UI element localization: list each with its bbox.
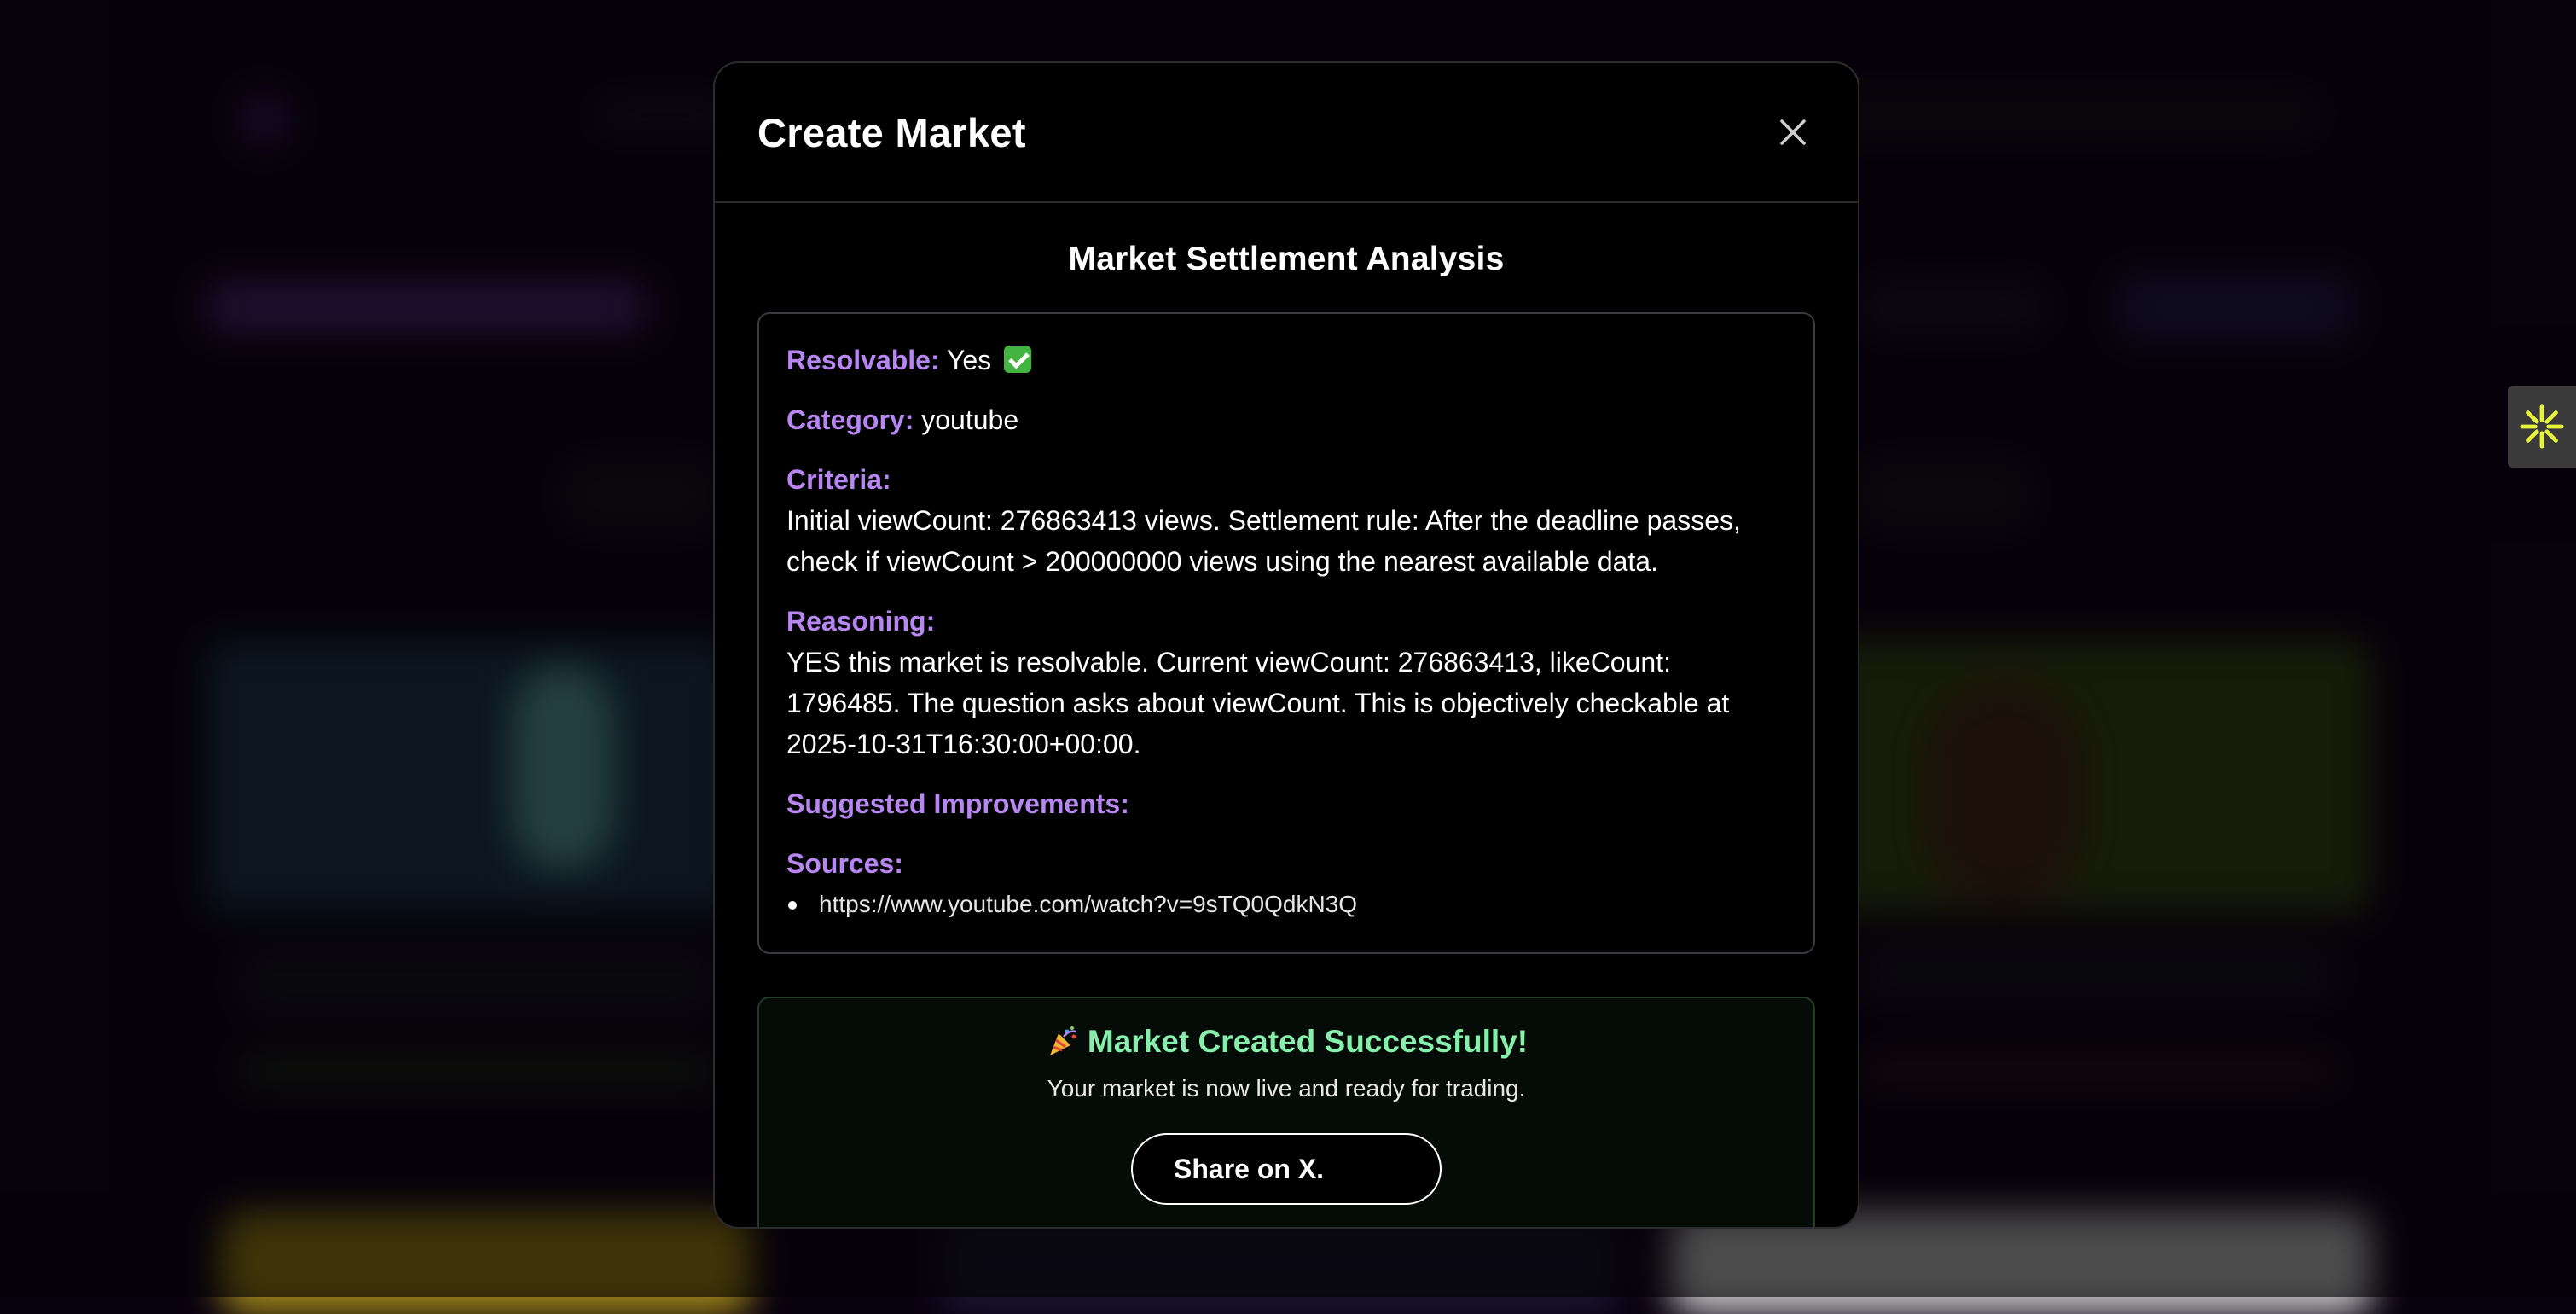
criteria-text: Initial viewCount: 276863413 views. Sett… xyxy=(786,505,1741,577)
modal-body: Market Settlement Analysis Resolvable: Y… xyxy=(715,203,1858,1227)
side-widget-button[interactable] xyxy=(2508,386,2576,468)
modal-header: Create Market xyxy=(715,63,1858,203)
analysis-section-title: Market Settlement Analysis xyxy=(1068,241,1505,277)
check-mark-icon xyxy=(1004,346,1032,373)
list-item: https://www.youtube.com/watch?v=9sTQ0Qdk… xyxy=(786,887,1786,922)
category-label: Category: xyxy=(786,404,914,435)
criteria-field: Criteria: Initial viewCount: 276863413 v… xyxy=(786,459,1786,582)
resolvable-field: Resolvable: Yes xyxy=(786,340,1786,381)
category-value: youtube xyxy=(921,404,1019,435)
sources-label: Sources: xyxy=(786,848,903,879)
close-button[interactable] xyxy=(1769,108,1817,156)
reasoning-label: Reasoning: xyxy=(786,606,936,637)
category-field: Category: youtube xyxy=(786,399,1786,440)
improvements-field: Suggested Improvements: xyxy=(786,783,1786,824)
success-panel: Market Created Successfully! Your market… xyxy=(757,997,1815,1227)
reasoning-text: YES this market is resolvable. Current v… xyxy=(786,647,1730,759)
improvements-label: Suggested Improvements: xyxy=(786,788,1129,819)
success-title: Market Created Successfully! xyxy=(1087,1024,1529,1059)
analysis-panel: Resolvable: Yes Category: youtube Criter… xyxy=(757,312,1815,954)
sources-field: Sources: https://www.youtube.com/watch?v… xyxy=(786,843,1786,922)
create-market-modal: Create Market Market Settlement Analysis… xyxy=(713,61,1859,1229)
reasoning-field: Reasoning: YES this market is resolvable… xyxy=(786,601,1786,765)
resolvable-label: Resolvable: xyxy=(786,345,940,375)
resolvable-value: Yes xyxy=(946,345,992,375)
modal-title: Create Market xyxy=(757,109,1026,155)
success-title-row: Market Created Successfully! xyxy=(759,1024,1813,1060)
source-link[interactable]: https://www.youtube.com/watch?v=9sTQ0Qdk… xyxy=(819,891,1357,917)
criteria-label: Criteria: xyxy=(786,464,891,495)
asterisk-star-icon xyxy=(2520,404,2564,449)
sources-list: https://www.youtube.com/watch?v=9sTQ0Qdk… xyxy=(786,887,1786,922)
close-icon xyxy=(1780,119,1806,145)
share-on-x-button[interactable]: Share on X. xyxy=(1131,1133,1442,1205)
party-popper-icon xyxy=(1049,1026,1076,1055)
success-subtitle: Your market is now live and ready for tr… xyxy=(1047,1075,1526,1102)
